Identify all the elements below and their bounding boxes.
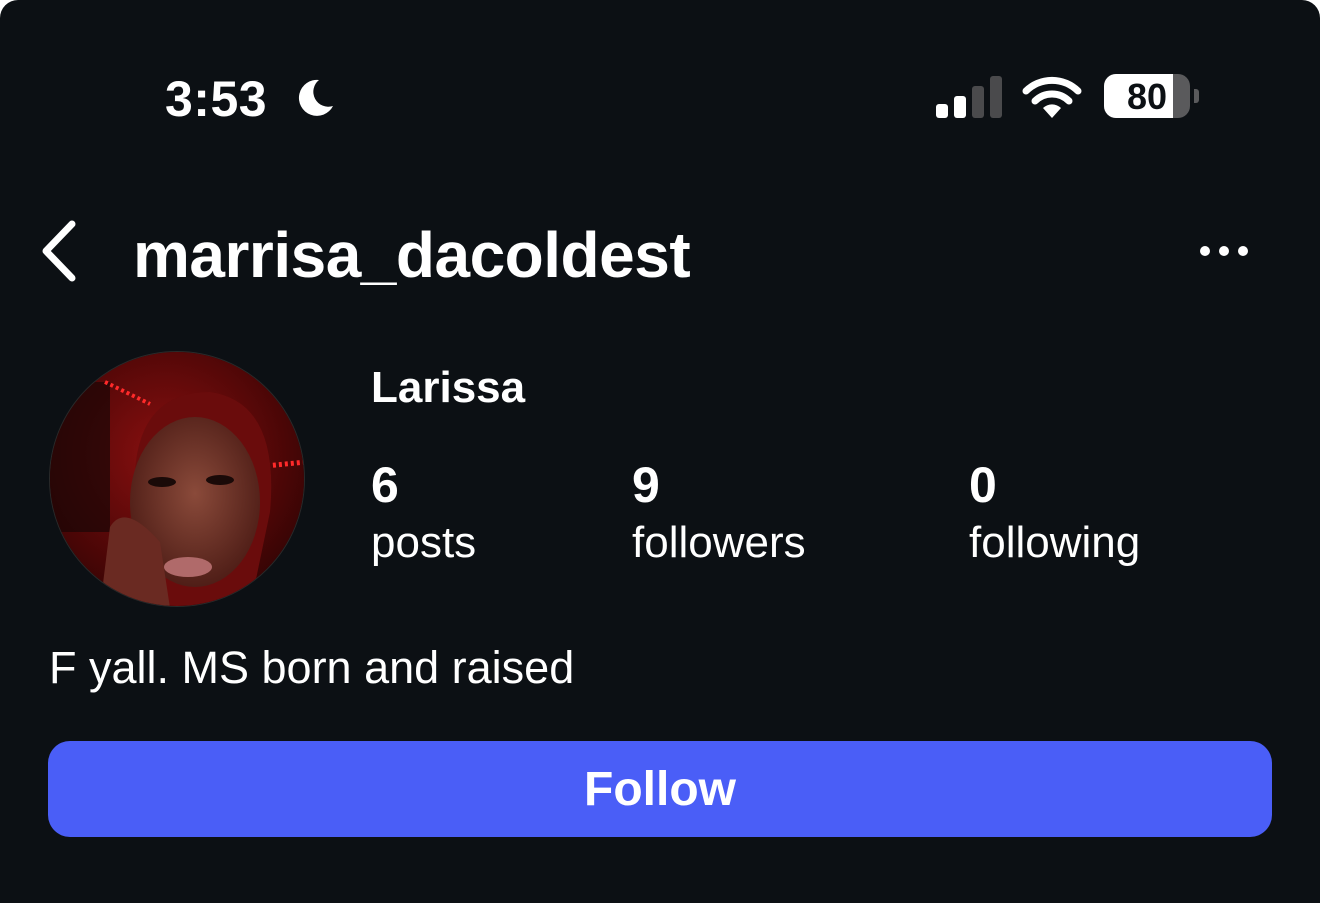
profile-bio: F yall. MS born and raised: [49, 642, 575, 693]
following-count: 0: [969, 457, 997, 513]
moon-icon: [298, 79, 333, 116]
chevron-left-icon[interactable]: [36, 218, 82, 284]
more-horizontal-icon[interactable]: [1194, 236, 1254, 266]
avatar[interactable]: [49, 351, 305, 607]
following-label: following: [969, 518, 1141, 567]
following-stat[interactable]: 0 following: [969, 455, 1140, 571]
followers-stat[interactable]: 9 followers: [632, 455, 806, 571]
status-time: 3:53: [165, 71, 268, 127]
battery-cap: [1194, 89, 1199, 103]
posts-count: 6: [371, 457, 399, 513]
follow-button[interactable]: Follow: [48, 741, 1272, 837]
posts-stat[interactable]: 6 posts: [371, 455, 476, 571]
signal-icon: [936, 76, 1002, 118]
profile-screen: 3:53 80 marrisa_dacoldest Larissa 6 post…: [0, 0, 1320, 903]
battery-icon: 80: [1104, 74, 1200, 120]
followers-count: 9: [632, 457, 660, 513]
battery-level: 80: [1126, 76, 1168, 117]
avatar-photo: [50, 352, 304, 606]
posts-label: posts: [371, 518, 477, 567]
profile-display-name: Larissa: [371, 363, 526, 412]
followers-label: followers: [632, 518, 806, 567]
battery-body: 80: [1104, 74, 1190, 118]
wifi-icon: [1022, 76, 1082, 118]
profile-username: marrisa_dacoldest: [133, 219, 691, 291]
